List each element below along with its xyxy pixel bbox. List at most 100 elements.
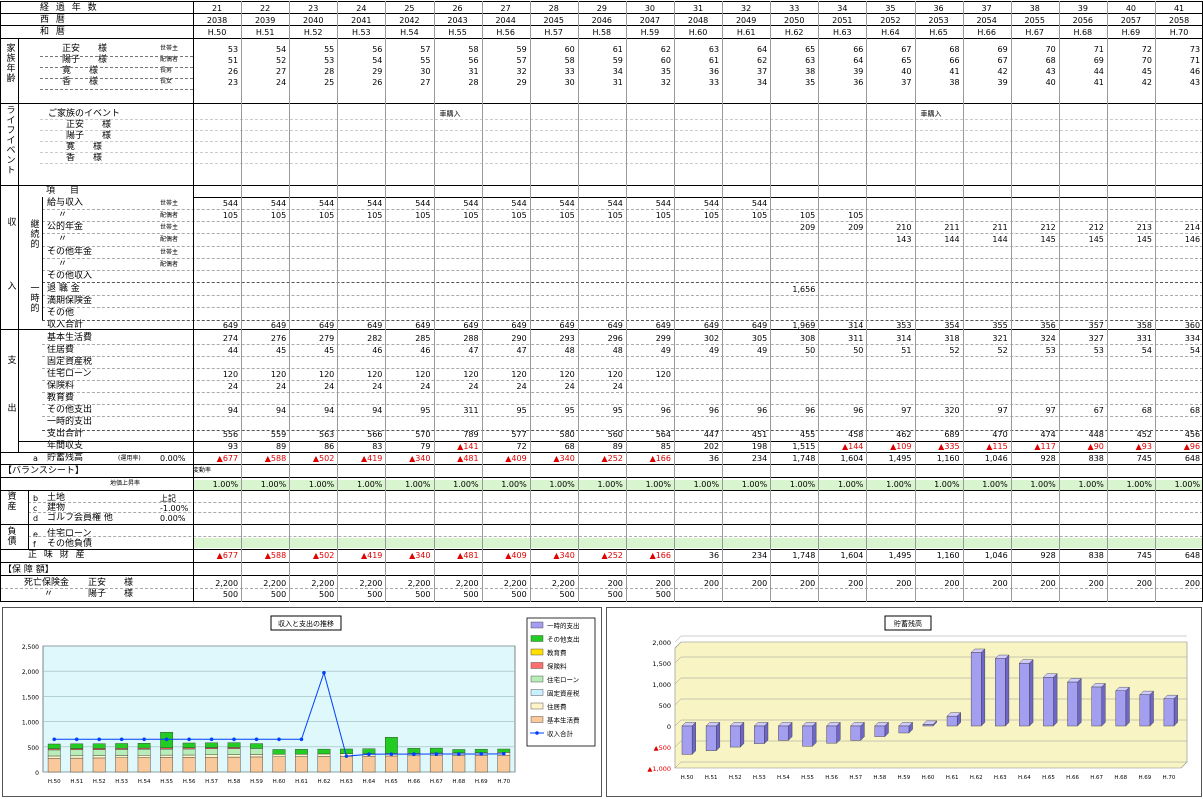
expense-value-cell: 276 bbox=[270, 334, 287, 343]
savings-bar-side bbox=[1173, 694, 1178, 727]
age-cell: 60 bbox=[660, 56, 671, 65]
expense-value-cell: 290 bbox=[511, 334, 527, 343]
grid-line bbox=[914, 1, 916, 602]
x-tick-label: H.61 bbox=[295, 779, 308, 785]
insurance-value-cell: 200 bbox=[703, 579, 720, 588]
net-worth-cell: ▲481 bbox=[457, 551, 479, 560]
header-cell: H.53 bbox=[352, 28, 371, 37]
header-cell: 2047 bbox=[639, 16, 661, 25]
header-cell: 29 bbox=[596, 4, 607, 13]
expense-value-cell: 95 bbox=[420, 406, 431, 415]
expense-value-cell: 689 bbox=[944, 430, 960, 439]
header-cell: 41 bbox=[1173, 4, 1185, 13]
grid-line bbox=[42, 209, 1203, 210]
grid-line bbox=[866, 1, 868, 602]
income-value-cell: 145 bbox=[1088, 235, 1104, 244]
legend-swatch bbox=[530, 635, 544, 642]
legend-swatch bbox=[530, 716, 544, 723]
grid-line bbox=[962, 1, 964, 602]
header-row-label: 経 過 年 数 bbox=[40, 3, 99, 13]
expense-value-cell: 789 bbox=[463, 430, 479, 439]
annual-balance-cell: 1,515 bbox=[792, 442, 816, 451]
insurance-value-cell: 200 bbox=[896, 579, 912, 588]
age-cell: 38 bbox=[805, 67, 816, 76]
header-cell: 2040 bbox=[303, 16, 324, 25]
savings-balance-cell: 745 bbox=[1136, 454, 1152, 463]
y-tick-label: 2,500 bbox=[22, 644, 39, 651]
annual-balance-cell: ▲93 bbox=[1135, 442, 1152, 451]
bar-segment bbox=[137, 743, 151, 749]
expense-value-cell: 560 bbox=[607, 430, 623, 439]
expense-value-cell: 46 bbox=[420, 346, 431, 355]
header-cell: 25 bbox=[404, 4, 415, 13]
insurance-value-cell: 200 bbox=[800, 579, 816, 588]
expense-value-cell: 293 bbox=[559, 334, 575, 343]
income-row-label: 公的年金 bbox=[47, 222, 84, 232]
bar-segment bbox=[137, 749, 151, 756]
insurance-value-cell: 500 bbox=[463, 590, 479, 599]
chart2-y-tick-label: 1,500 bbox=[652, 660, 671, 668]
insurance-value-cell: 200 bbox=[1088, 579, 1104, 588]
header-cell: 34 bbox=[837, 4, 848, 13]
bar-segment bbox=[205, 742, 218, 748]
x-tick-label: H.62 bbox=[318, 779, 331, 785]
expense-value-cell: 305 bbox=[751, 334, 768, 343]
bar-segment bbox=[272, 754, 286, 757]
expense-value-cell: 44 bbox=[227, 346, 239, 355]
chart2-x-tick-label: H.52 bbox=[729, 775, 742, 781]
header-cell: 31 bbox=[692, 4, 704, 13]
age-cell: 44 bbox=[1093, 67, 1104, 76]
chart2-x-tick-label: H.55 bbox=[801, 775, 814, 781]
header-cell: 2051 bbox=[832, 16, 853, 25]
income-value-cell: 544 bbox=[655, 199, 671, 208]
age-cell: 54 bbox=[276, 45, 287, 54]
income-row-label: 満期保険金 bbox=[47, 296, 93, 306]
header-row-label: 西 暦 bbox=[40, 15, 67, 25]
expense-value-cell: 311 bbox=[848, 334, 864, 343]
expense-value-cell: 50 bbox=[805, 346, 816, 355]
age-cell: 71 bbox=[1189, 56, 1201, 65]
income-row-role: 世帯主 bbox=[160, 224, 179, 231]
expense-value-cell: 53 bbox=[1045, 346, 1056, 355]
insurance-value-cell: 2,200 bbox=[311, 579, 335, 588]
age-cell: 23 bbox=[227, 78, 239, 87]
expense-value-cell: 570 bbox=[415, 430, 431, 439]
savings-bar bbox=[754, 725, 765, 744]
expense-value-cell: 47 bbox=[468, 346, 479, 355]
savings-balance-cell: 1,604 bbox=[840, 454, 864, 463]
savings-rate: 0.00% bbox=[160, 454, 186, 463]
income-value-cell: 105 bbox=[222, 211, 239, 220]
age-cell: 31 bbox=[612, 78, 623, 87]
legend-label: 固定資産税 bbox=[547, 689, 580, 698]
expense-row-label: 保険料 bbox=[47, 381, 75, 391]
grid-line bbox=[481, 1, 483, 602]
net-worth-cell: 838 bbox=[1088, 551, 1104, 560]
land-rate-cell: 1.00% bbox=[549, 480, 575, 489]
chart2-x-tick-label: H.58 bbox=[873, 775, 886, 781]
income-total-point bbox=[501, 752, 506, 756]
income-value-cell: 211 bbox=[992, 223, 1008, 232]
bar-segment bbox=[115, 755, 129, 758]
expense-value-cell: 556 bbox=[222, 430, 239, 439]
income-value-cell: 544 bbox=[270, 199, 287, 208]
expense-value-cell: 296 bbox=[607, 334, 623, 343]
land-rate-cell: 1.00% bbox=[741, 480, 768, 489]
age-cell: 65 bbox=[805, 45, 816, 54]
grid-line bbox=[42, 270, 1203, 271]
expense-value-cell: 67 bbox=[1093, 406, 1104, 415]
bar-segment bbox=[70, 755, 84, 759]
expense-value-cell: 458 bbox=[848, 430, 864, 439]
age-cell: 31 bbox=[468, 67, 479, 76]
land-rate-cell: 1.00% bbox=[789, 480, 816, 489]
bar-segment bbox=[474, 755, 488, 773]
legend-label: 住居費 bbox=[547, 702, 567, 711]
savings-bar-side bbox=[1053, 673, 1058, 727]
legend-label: 教育費 bbox=[547, 648, 567, 657]
savings-bar bbox=[729, 725, 741, 748]
insurance-value-cell: 200 bbox=[1184, 579, 1201, 588]
income-row-label: 〃 bbox=[58, 259, 68, 269]
balance-sheet-header: 【バランスシート】 bbox=[3, 466, 84, 476]
bar-segment bbox=[250, 748, 263, 755]
age-cell: 42 bbox=[997, 67, 1008, 76]
family-member-role: 世帯主 bbox=[160, 45, 179, 52]
